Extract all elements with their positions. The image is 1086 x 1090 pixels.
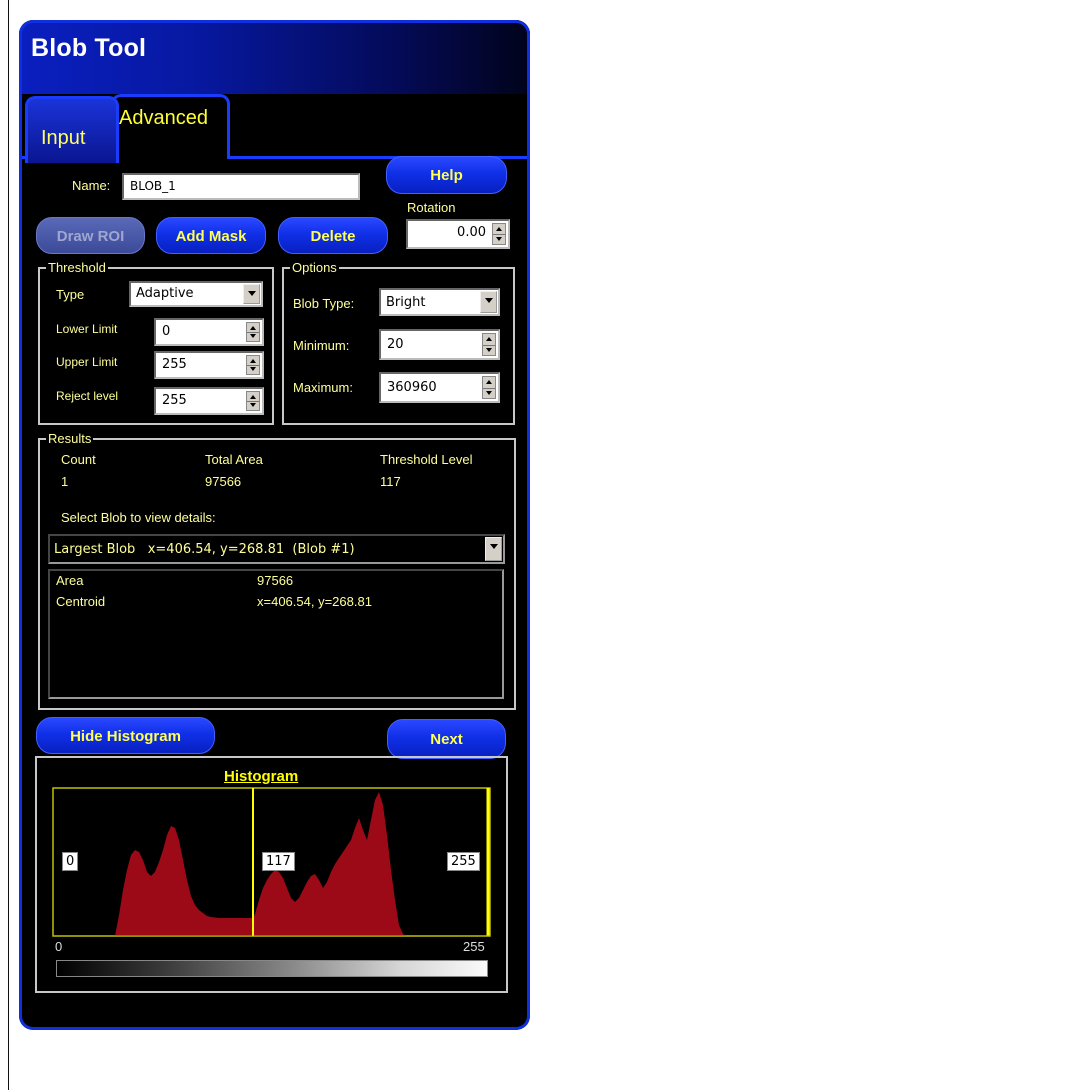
- histogram-upper-label: 255: [447, 852, 480, 871]
- grayscale-gradient-bar: [56, 960, 488, 977]
- histogram-axis-min: 0: [55, 939, 63, 954]
- histogram-chart: [52, 787, 491, 937]
- left-border-line: [8, 0, 9, 1090]
- histogram-threshold-label: 117: [262, 852, 295, 871]
- blob-tool-panel: Blob Tool Advanced Input Name: BLOB_1 He…: [19, 20, 530, 1030]
- tab-input[interactable]: Input: [25, 96, 119, 163]
- histogram-title: Histogram: [224, 768, 299, 785]
- histogram-lower-label: 0: [62, 852, 79, 871]
- histogram-axis-max: 255: [463, 939, 485, 954]
- tab-input-label: Input: [41, 127, 86, 149]
